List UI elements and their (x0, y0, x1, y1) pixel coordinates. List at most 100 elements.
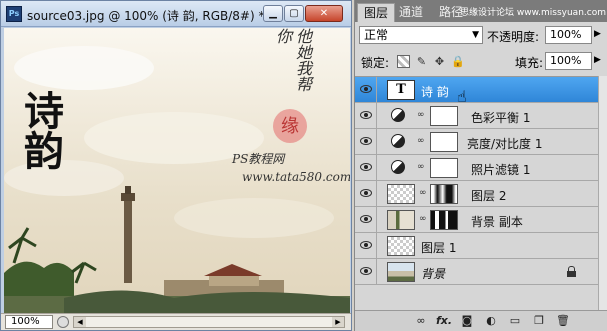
eye-icon (360, 111, 372, 119)
lock-transparent-icon[interactable] (397, 55, 410, 68)
layer-row[interactable]: 图层 1 (355, 233, 598, 259)
minimize-button[interactable]: ▁ (263, 5, 283, 22)
opacity-arrow-icon[interactable]: ▶ (594, 29, 601, 39)
eye-icon (360, 215, 372, 223)
link-layers-icon[interactable]: ∞ (413, 314, 429, 328)
visibility-toggle[interactable] (355, 181, 377, 206)
layer-row-text[interactable]: T 诗 韵 (355, 77, 598, 103)
watermark-text: PS教程网 (232, 152, 285, 166)
panel-tabs: 图层 通道 路径 思缘设计论坛 www.missyuan.com (355, 0, 607, 22)
layers-scrollbar[interactable] (598, 76, 607, 310)
minimize-icon: ▁ (269, 8, 277, 19)
scroll-right-icon[interactable]: ▶ (332, 317, 344, 327)
adjustment-icon (391, 134, 405, 148)
lock-position-icon[interactable]: ✥ (433, 55, 446, 68)
blend-row: 正常 ▼ 不透明度: 100% ▶ (355, 24, 607, 46)
adjustment-thumbnail (389, 106, 409, 126)
new-layer-icon[interactable]: ❐ (531, 314, 547, 328)
layer-name: 亮度/对比度 1 (467, 137, 543, 151)
layer-mask-thumbnail (430, 132, 458, 152)
site-banner: 思缘设计论坛 www.missyuan.com (460, 8, 606, 18)
add-mask-icon[interactable]: ◙ (459, 314, 475, 328)
layer-row-masked[interactable]: ∞ 背景 副本 (355, 207, 598, 233)
dropdown-arrow-icon: ▼ (472, 30, 479, 40)
watermark-url-text: www.tata580.com (242, 170, 350, 184)
visibility-toggle[interactable] (355, 233, 377, 258)
fill-label: 填充: (515, 56, 544, 70)
hand-cursor-icon: ☝ (457, 87, 467, 106)
visibility-toggle[interactable] (355, 259, 377, 284)
adjustment-layer-icon[interactable]: ◐ (483, 314, 499, 328)
fx-icon[interactable]: fx. (435, 314, 453, 328)
background-thumbnail (387, 262, 415, 282)
visibility-toggle[interactable] (355, 155, 377, 180)
visibility-toggle[interactable] (355, 103, 377, 128)
layer-thumbnail (387, 210, 415, 230)
fill-field[interactable]: 100% (545, 52, 592, 70)
layer-name: 色彩平衡 1 (471, 111, 531, 125)
layer-row-background[interactable]: 背景 (355, 259, 598, 285)
layer-name: 背景 副本 (471, 215, 523, 229)
lock-all-icon[interactable]: 🔒 (451, 55, 465, 68)
maximize-icon: ▢ (289, 8, 299, 19)
text-layer-thumbnail: T (387, 80, 415, 100)
layer-name: 照片滤镜 1 (471, 163, 531, 177)
eye-icon (360, 85, 372, 93)
zoom-field[interactable]: 100% (5, 315, 53, 329)
lock-icon (567, 266, 576, 277)
delete-layer-icon[interactable]: 🗑 (555, 314, 571, 328)
link-chain-icon: ∞ (417, 162, 425, 172)
visibility-toggle[interactable] (355, 129, 377, 154)
scroll-left-icon[interactable]: ◀ (74, 317, 86, 327)
poem-title-text: 诗韵 (17, 90, 64, 170)
eye-icon (360, 267, 372, 275)
adjustment-thumbnail (389, 158, 409, 178)
document-title: source03.jpg @ 100% (诗 韵, RGB/8#) * (27, 9, 265, 23)
image-canvas[interactable]: 缘 诗韵 他她我帮你 PS教程网 www.tata580.com (4, 28, 350, 313)
link-chain-icon: ∞ (417, 136, 425, 146)
layer-mask-thumbnail (430, 210, 458, 230)
visibility-toggle[interactable] (355, 77, 377, 102)
blend-mode-select[interactable]: 正常 ▼ (359, 26, 483, 44)
lock-label: 锁定: (361, 56, 390, 70)
blend-mode-value: 正常 (364, 28, 389, 42)
layer-name: 图层 2 (471, 189, 507, 203)
visibility-toggle[interactable] (355, 207, 377, 232)
fill-arrow-icon[interactable]: ▶ (594, 55, 601, 65)
status-menu-icon[interactable] (57, 316, 69, 328)
layer-row-adjustment[interactable]: ∞ 色彩平衡 1 (355, 103, 598, 129)
close-icon: ✕ (319, 8, 329, 19)
tab-channels[interactable]: 通道 (393, 3, 429, 22)
link-chain-icon: ∞ (419, 188, 427, 198)
opacity-field[interactable]: 100% (545, 26, 592, 44)
layer-row-masked[interactable]: ∞ 图层 2 (355, 181, 598, 207)
layers-panel: 图层 通道 路径 思缘设计论坛 www.missyuan.com 正常 ▼ 不透… (354, 0, 607, 331)
eye-icon (360, 189, 372, 197)
layer-mask-thumbnail (430, 106, 458, 126)
lock-pixels-icon[interactable]: ✎ (415, 55, 428, 68)
opacity-label: 不透明度: (487, 30, 540, 44)
document-window: Ps source03.jpg @ 100% (诗 韵, RGB/8#) * ▁… (0, 0, 352, 331)
tab-layers[interactable]: 图层 (357, 3, 396, 22)
layer-row-adjustment[interactable]: ∞ 照片滤镜 1 (355, 155, 598, 181)
link-chain-icon: ∞ (417, 110, 425, 120)
document-statusbar: 100% ◀ ▶ (1, 313, 351, 330)
photoshop-icon: Ps (6, 6, 22, 22)
new-group-icon[interactable]: ▭ (507, 314, 523, 328)
layer-name: 诗 韵 (421, 85, 449, 99)
eye-icon (360, 163, 372, 171)
svg-text:缘: 缘 (281, 116, 299, 137)
horizontal-scrollbar[interactable]: ◀ ▶ (73, 316, 345, 328)
document-titlebar[interactable]: Ps source03.jpg @ 100% (诗 韵, RGB/8#) * ▁… (1, 1, 351, 27)
link-chain-icon: ∞ (419, 214, 427, 224)
close-button[interactable]: ✕ (305, 5, 343, 22)
eye-icon (360, 137, 372, 145)
layer-row-adjustment[interactable]: ∞ 亮度/对比度 1 (355, 129, 598, 155)
layer-mask-thumbnail (430, 158, 458, 178)
adjustment-icon (391, 108, 405, 122)
layer-thumbnail (387, 184, 415, 204)
layer-name: 图层 1 (421, 241, 457, 255)
layer-thumbnail (387, 236, 415, 256)
layer-mask-thumbnail (430, 184, 458, 204)
maximize-button[interactable]: ▢ (284, 5, 304, 22)
